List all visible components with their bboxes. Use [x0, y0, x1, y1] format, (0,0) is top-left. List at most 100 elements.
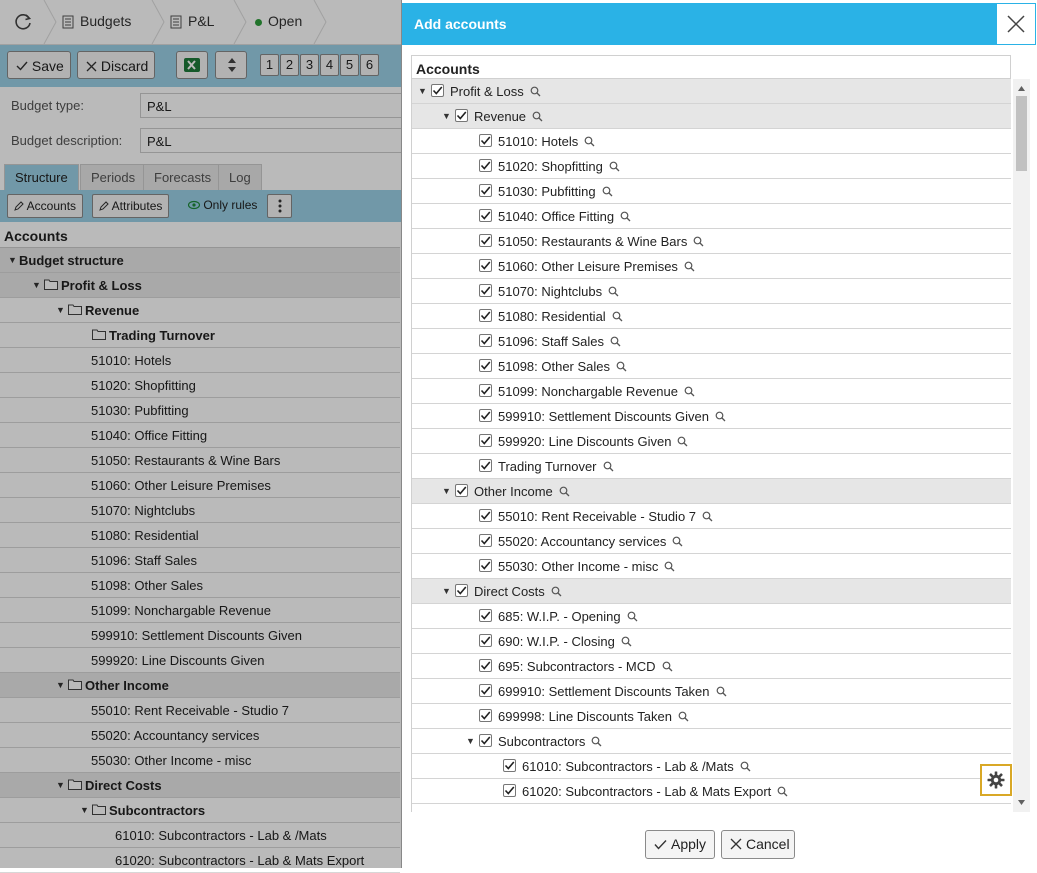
search-icon[interactable]: [608, 286, 619, 297]
account-checkbox[interactable]: [479, 334, 492, 347]
search-icon[interactable]: [591, 736, 602, 747]
search-icon[interactable]: [684, 261, 695, 272]
search-icon[interactable]: [551, 586, 562, 597]
account-row[interactable]: 599910: Settlement Discounts Given: [412, 404, 1011, 429]
account-row[interactable]: 51070: Nightclubs: [412, 279, 1011, 304]
account-row[interactable]: ▼ Other Income: [412, 479, 1011, 504]
settings-button[interactable]: [980, 764, 1012, 796]
search-icon[interactable]: [559, 486, 570, 497]
account-checkbox[interactable]: [503, 784, 516, 797]
dialog-close-button[interactable]: [996, 3, 1036, 45]
search-icon[interactable]: [627, 611, 638, 622]
account-row[interactable]: 51010: Hotels: [412, 129, 1011, 154]
account-row[interactable]: 55030: Other Income - misc: [412, 554, 1011, 579]
account-checkbox[interactable]: [479, 384, 492, 397]
expand-chevron-icon[interactable]: ▼: [442, 579, 451, 604]
account-row[interactable]: ▼ Direct Costs: [412, 579, 1011, 604]
search-icon[interactable]: [693, 236, 704, 247]
account-checkbox[interactable]: [479, 534, 492, 547]
account-row[interactable]: 51040: Office Fitting: [412, 204, 1011, 229]
modal-backdrop[interactable]: [0, 0, 401, 868]
account-checkbox[interactable]: [479, 284, 492, 297]
search-icon[interactable]: [621, 636, 632, 647]
account-checkbox[interactable]: [479, 209, 492, 222]
account-row[interactable]: ▼ Profit & Loss: [412, 79, 1011, 104]
search-icon[interactable]: [602, 186, 613, 197]
account-row[interactable]: 690: W.I.P. - Closing: [412, 629, 1011, 654]
account-checkbox[interactable]: [479, 359, 492, 372]
search-icon[interactable]: [702, 511, 713, 522]
search-icon[interactable]: [609, 161, 620, 172]
scrollbar-thumb[interactable]: [1016, 96, 1027, 171]
account-checkbox[interactable]: [479, 509, 492, 522]
expand-chevron-icon[interactable]: ▼: [418, 79, 427, 104]
account-checkbox[interactable]: [479, 684, 492, 697]
account-row[interactable]: 55010: Rent Receivable - Studio 7: [412, 504, 1011, 529]
accounts-scrollbar[interactable]: [1013, 79, 1030, 812]
search-icon[interactable]: [620, 211, 631, 222]
account-checkbox[interactable]: [431, 84, 444, 97]
search-icon[interactable]: [777, 786, 788, 797]
account-checkbox[interactable]: [479, 184, 492, 197]
account-checkbox[interactable]: [479, 559, 492, 572]
account-row[interactable]: 51020: Shopfitting: [412, 154, 1011, 179]
expand-chevron-icon[interactable]: ▼: [442, 479, 451, 504]
search-icon[interactable]: [716, 686, 727, 697]
search-icon[interactable]: [616, 361, 627, 372]
account-row[interactable]: 685: W.I.P. - Opening: [412, 604, 1011, 629]
search-icon[interactable]: [612, 311, 623, 322]
search-icon[interactable]: [678, 711, 689, 722]
account-checkbox[interactable]: [479, 259, 492, 272]
expand-chevron-icon[interactable]: ▼: [442, 104, 451, 129]
search-icon[interactable]: [530, 86, 541, 97]
account-checkbox[interactable]: [479, 309, 492, 322]
account-row[interactable]: ▼ Subcontractors: [412, 729, 1011, 754]
search-icon[interactable]: [610, 336, 621, 347]
account-checkbox[interactable]: [479, 709, 492, 722]
account-row[interactable]: 51060: Other Leisure Premises: [412, 254, 1011, 279]
account-checkbox[interactable]: [479, 134, 492, 147]
expand-chevron-icon[interactable]: ▼: [466, 729, 475, 754]
account-checkbox[interactable]: [479, 234, 492, 247]
search-icon[interactable]: [584, 136, 595, 147]
account-row[interactable]: 699998: Line Discounts Taken: [412, 704, 1011, 729]
search-icon[interactable]: [684, 386, 695, 397]
account-checkbox[interactable]: [479, 634, 492, 647]
account-checkbox[interactable]: [479, 459, 492, 472]
account-checkbox[interactable]: [479, 659, 492, 672]
account-row[interactable]: Trading Turnover: [412, 454, 1011, 479]
account-checkbox[interactable]: [479, 159, 492, 172]
account-row[interactable]: 61010: Subcontractors - Lab & /Mats: [412, 754, 1011, 779]
account-row[interactable]: ▼ Revenue: [412, 104, 1011, 129]
account-checkbox[interactable]: [455, 484, 468, 497]
account-row[interactable]: 599920: Line Discounts Given: [412, 429, 1011, 454]
account-checkbox[interactable]: [455, 109, 468, 122]
account-row[interactable]: 51099: Nonchargable Revenue: [412, 379, 1011, 404]
account-row[interactable]: 61020: Subcontractors - Lab & Mats Expor…: [412, 779, 1011, 804]
account-row[interactable]: 51080: Residential: [412, 304, 1011, 329]
scroll-up-icon[interactable]: [1013, 81, 1030, 95]
search-icon[interactable]: [664, 561, 675, 572]
account-checkbox[interactable]: [479, 409, 492, 422]
search-icon[interactable]: [677, 436, 688, 447]
search-icon[interactable]: [662, 661, 673, 672]
apply-button[interactable]: Apply: [645, 830, 715, 859]
search-icon[interactable]: [532, 111, 543, 122]
account-checkbox[interactable]: [455, 584, 468, 597]
account-row[interactable]: 51098: Other Sales: [412, 354, 1011, 379]
scroll-down-icon[interactable]: [1013, 796, 1030, 810]
search-icon[interactable]: [715, 411, 726, 422]
account-checkbox[interactable]: [479, 434, 492, 447]
account-checkbox[interactable]: [479, 734, 492, 747]
account-row[interactable]: 699910: Settlement Discounts Taken: [412, 679, 1011, 704]
account-row[interactable]: 51050: Restaurants & Wine Bars: [412, 229, 1011, 254]
account-row[interactable]: 55020: Accountancy services: [412, 529, 1011, 554]
account-row[interactable]: 695: Subcontractors - MCD: [412, 654, 1011, 679]
search-icon[interactable]: [672, 536, 683, 547]
account-row[interactable]: 51096: Staff Sales: [412, 329, 1011, 354]
cancel-button[interactable]: Cancel: [721, 830, 795, 859]
account-checkbox[interactable]: [503, 759, 516, 772]
search-icon[interactable]: [603, 461, 614, 472]
account-row[interactable]: 51030: Pubfitting: [412, 179, 1011, 204]
account-checkbox[interactable]: [479, 609, 492, 622]
